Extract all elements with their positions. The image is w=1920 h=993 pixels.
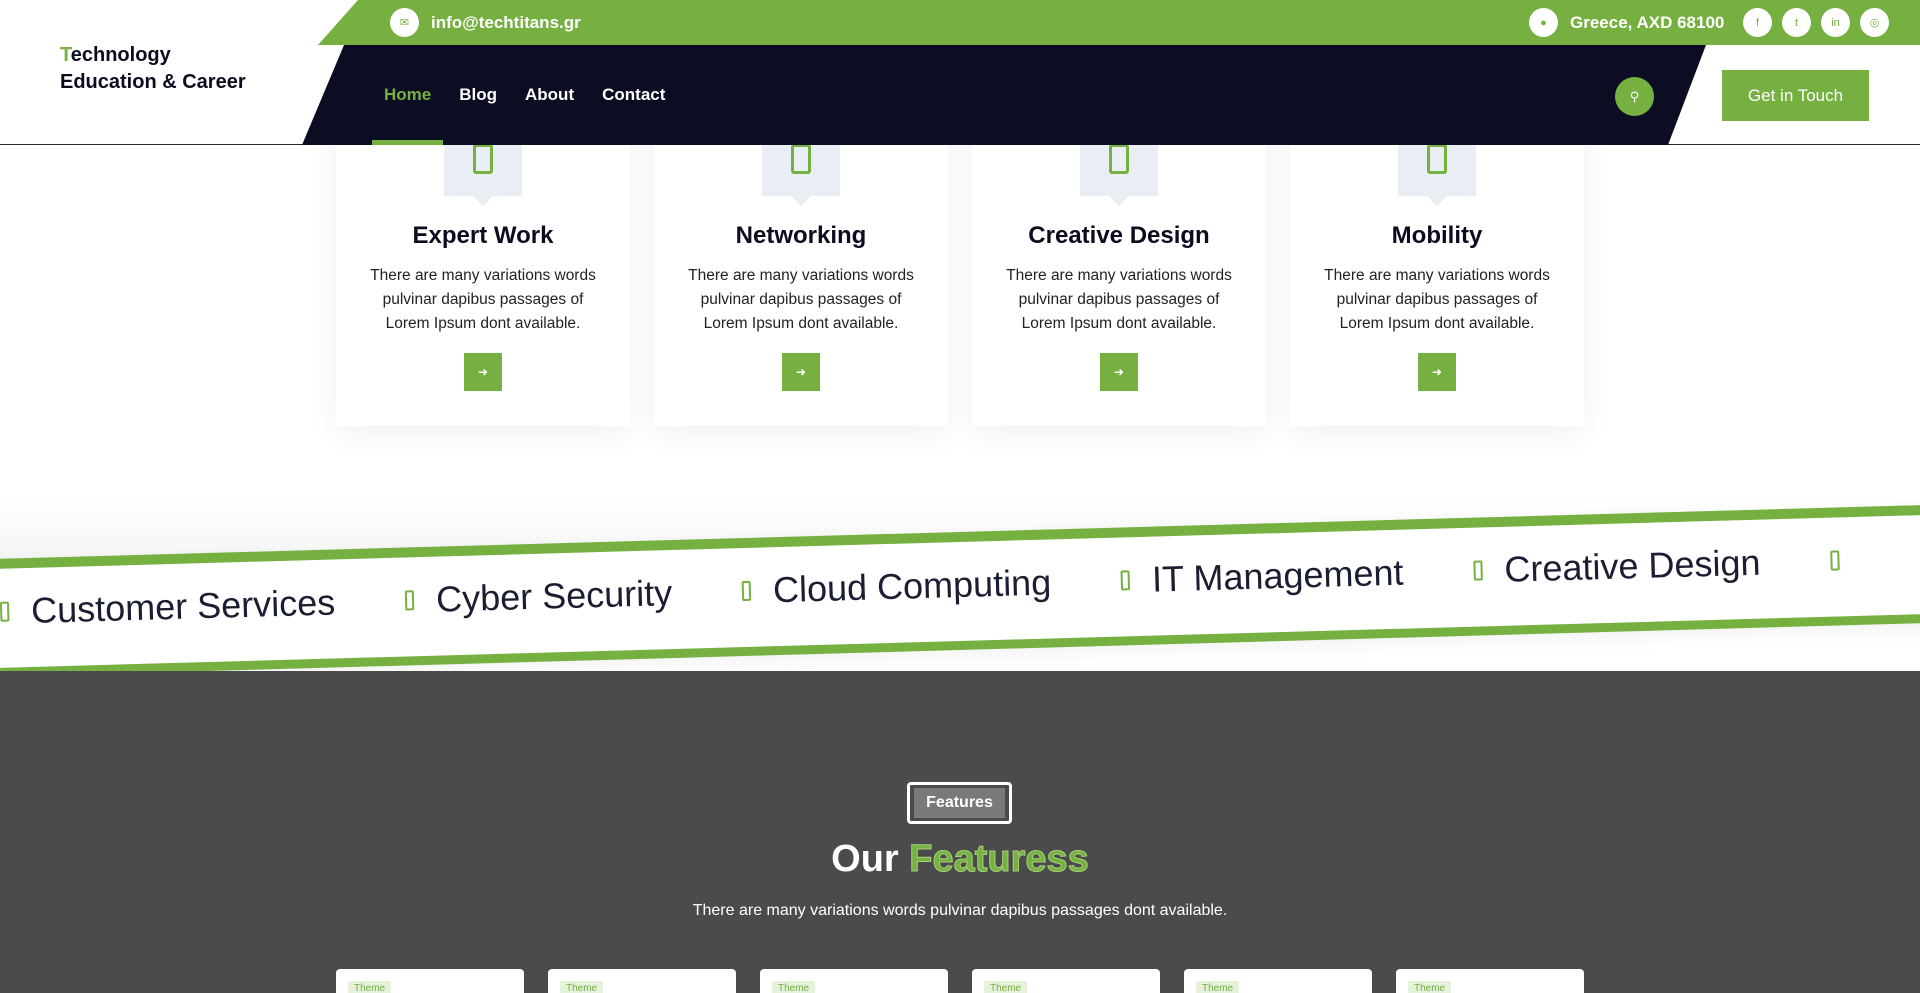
feature-card[interactable]: Theme: [760, 969, 948, 993]
service-card-more-button[interactable]: ➜: [1418, 353, 1456, 391]
service-card-creative-design: Creative Design There are many variation…: [972, 100, 1266, 426]
topbar-email-text: info@techtitans.gr: [431, 12, 581, 32]
marquee-item: [1830, 550, 1862, 571]
service-card-title: Networking: [735, 222, 867, 249]
nav-item-contact[interactable]: Contact: [590, 45, 677, 145]
features-subtitle: There are many variations words pulvinar…: [692, 902, 1228, 919]
envelope-icon: ✉: [390, 8, 419, 37]
feature-card[interactable]: Theme: [336, 969, 524, 993]
logo-line1: echnology: [70, 44, 171, 66]
topbar-location: ● Greece, AXD 68100: [1529, 8, 1724, 37]
logo-accent-letter: T: [60, 44, 71, 66]
facebook-icon[interactable]: f: [1743, 8, 1772, 37]
marquee-bullet-icon: [741, 580, 752, 602]
feature-card-badge: Theme: [984, 981, 1028, 993]
service-card-title: Creative Design: [1028, 222, 1210, 249]
service-card-networking: Networking There are many variations wor…: [654, 100, 948, 426]
features-tag-label: Features: [914, 788, 1005, 818]
marquee-item: Customer Services: [0, 581, 336, 632]
linkedin-icon[interactable]: in: [1821, 8, 1850, 37]
service-icon: [791, 144, 811, 174]
twitter-icon[interactable]: t: [1782, 8, 1811, 37]
nav-item-blog[interactable]: Blog: [447, 45, 509, 145]
map-pin-icon: ●: [1529, 8, 1558, 37]
topbar-email[interactable]: ✉ info@techtitans.gr: [390, 8, 581, 37]
marquee-item: Cloud Computing: [741, 561, 1052, 612]
search-button[interactable]: ⚲: [1615, 77, 1654, 116]
marquee-bullet-icon: [0, 601, 10, 622]
services-marquee: Customer Services Cyber Security Cloud C…: [0, 500, 1920, 671]
feature-card-badge: Theme: [348, 981, 392, 993]
nav-item-about[interactable]: About: [513, 45, 586, 145]
feature-card-badge: Theme: [1196, 981, 1240, 993]
service-card-more-button[interactable]: ➜: [1100, 353, 1138, 391]
feature-cards: Theme Theme Theme Theme Theme Theme: [336, 969, 1584, 993]
marquee-bullet-icon: [1120, 570, 1131, 591]
service-card-text: There are many variations words pulvinar…: [370, 267, 596, 332]
arrow-right-icon: ➜: [477, 365, 489, 379]
service-card-title: Mobility: [1391, 222, 1483, 249]
marquee-bullet-icon: [1830, 550, 1840, 571]
feature-card-badge: Theme: [1408, 981, 1452, 993]
arrow-right-icon: ➜: [795, 365, 807, 379]
feature-card-badge: Theme: [772, 981, 816, 993]
arrow-right-icon: ➜: [1113, 365, 1125, 379]
feature-card[interactable]: Theme: [1184, 969, 1372, 993]
service-card-title: Expert Work: [412, 222, 554, 249]
marquee-item-label: Cloud Computing: [772, 561, 1052, 611]
service-card-text: There are many variations words pulvinar…: [1006, 267, 1232, 332]
social-links: f t in ◎: [1743, 8, 1889, 37]
service-icon: [473, 144, 493, 174]
service-card-text: There are many variations words pulvinar…: [1324, 267, 1550, 332]
service-card-more-button[interactable]: ➜: [782, 353, 820, 391]
features-title-accent: Featuress: [909, 838, 1090, 881]
marquee-item-label: Creative Design: [1503, 541, 1762, 590]
site-header: Technology Education & Career ✉ info@tec…: [0, 0, 1920, 145]
marquee-item: Creative Design: [1473, 542, 1761, 592]
feature-card[interactable]: Theme: [548, 969, 736, 993]
site-logo[interactable]: Technology Education & Career: [60, 42, 246, 96]
nav-item-home[interactable]: Home: [372, 45, 444, 145]
service-card-expert-work: Expert Work There are many variations wo…: [336, 100, 630, 426]
marquee-bullet-icon: [1473, 560, 1483, 581]
instagram-icon[interactable]: ◎: [1860, 8, 1889, 37]
features-section: Features Our Featuress There are many va…: [0, 671, 1920, 993]
features-title-plain: Our: [831, 838, 899, 880]
marquee-item-label: Customer Services: [30, 581, 336, 631]
marquee-bullet-icon: [404, 590, 415, 611]
get-in-touch-button[interactable]: Get in Touch: [1722, 70, 1869, 121]
topbar-location-text: Greece, AXD 68100: [1570, 12, 1725, 32]
arrow-right-icon: ➜: [1431, 365, 1443, 379]
marquee-item-label: Cyber Security: [435, 572, 673, 620]
feature-card-badge: Theme: [560, 981, 604, 993]
service-cards: Expert Work There are many variations wo…: [336, 100, 1584, 426]
marquee-items: Customer Services Cyber Security Cloud C…: [0, 537, 1920, 633]
marquee-item-label: IT Management: [1151, 551, 1405, 600]
logo-line2: Education & Career: [60, 71, 246, 93]
main-nav: Home Blog About Contact: [372, 45, 681, 145]
feature-card[interactable]: Theme: [1396, 969, 1584, 993]
features-tag: Features: [907, 782, 1012, 824]
feature-card[interactable]: Theme: [972, 969, 1160, 993]
search-icon: ⚲: [1629, 88, 1640, 104]
marquee-item: Cyber Security: [404, 572, 673, 621]
marquee-item: IT Management: [1120, 551, 1405, 602]
service-icon: [1427, 144, 1447, 174]
service-card-text: There are many variations words pulvinar…: [688, 267, 914, 332]
service-card-more-button[interactable]: ➜: [464, 353, 502, 391]
service-card-mobility: Mobility There are many variations words…: [1290, 100, 1584, 426]
service-icon: [1109, 144, 1129, 174]
features-title: Our Featuress: [0, 838, 1920, 881]
